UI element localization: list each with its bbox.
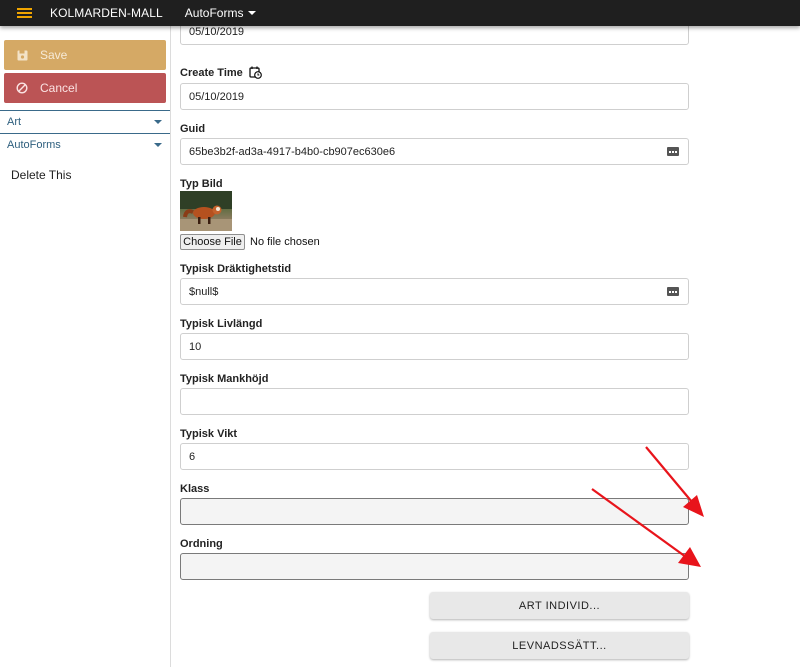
vikt-input[interactable]: 6 [180,443,689,470]
block-icon [16,82,28,94]
draktighetstid-input[interactable]: $null$ [180,278,689,305]
chevron-down-icon [154,143,162,147]
klass-label: Klass [180,483,210,495]
livlangd-input[interactable]: 10 [180,333,689,360]
typ-bild-label: Typ Bild [180,178,223,190]
sidebar-divider [0,133,170,134]
ellipsis-icon[interactable] [667,147,679,156]
field-value: $null$ [189,285,219,298]
guid-label: Guid [180,123,206,135]
guid-input[interactable]: 65be3b2f-ad3a-4917-b4b0-cb907ec630e6 [180,138,689,165]
create-time-label: Create Time [180,66,262,79]
brand-title[interactable]: KOLMARDEN-MALL [50,6,163,20]
chevron-down-icon [248,11,257,15]
field-value: 05/10/2019 [189,90,245,103]
sidebar-section-label: Art [7,116,22,128]
create-time-input[interactable]: 05/10/2019 [180,83,689,110]
vikt-label: Typisk Vikt [180,428,238,440]
animal-thumbnail [180,191,232,231]
hamburger-icon[interactable] [17,8,32,18]
sidebar-section-art[interactable]: Art [0,112,170,132]
ellipsis-icon[interactable] [667,287,679,296]
draktighetstid-label: Typisk Dräktighetstid [180,263,292,275]
save-button[interactable]: Save [4,40,166,70]
sidebar-section-autoforms[interactable]: AutoForms [0,135,170,155]
file-status-text: No file chosen [250,236,320,248]
sidebar-divider [0,110,170,111]
field-value: 05/10/2019 [189,25,245,38]
field-label-text: Create Time [180,66,243,79]
field-value: 65be3b2f-ad3a-4917-b4b0-cb907ec630e6 [189,145,396,158]
ordning-input[interactable] [180,553,689,580]
mankhojd-input[interactable] [180,388,689,415]
form-area: 05/10/2019 Create Time 05/10/2019 Guid 6… [171,18,800,667]
sidebar-section-label: AutoForms [7,139,61,151]
choose-file-button[interactable]: Choose File [180,234,245,250]
sidebar: Save Cancel Art AutoForms Delete This [0,26,171,667]
livlangd-label: Typisk Livlängd [180,318,263,330]
field-value: 6 [189,450,196,463]
art-individ-button[interactable]: ART INDIVID... [430,592,689,619]
chevron-down-icon [154,120,162,124]
autoforms-menu-label: AutoForms [184,6,244,20]
mankhojd-label: Typisk Mankhöjd [180,373,269,385]
floppy-disk-icon [16,49,28,61]
field-value: 10 [189,340,202,353]
levnadssatt-button[interactable]: LEVNADSSÄTT... [430,632,689,659]
top-navbar: KOLMARDEN-MALL AutoForms [0,0,800,26]
autoforms-menu[interactable]: AutoForms [185,6,257,20]
cancel-button[interactable]: Cancel [4,73,166,103]
cancel-label: Cancel [40,81,78,95]
calendar-clock-icon[interactable] [249,66,262,79]
ordning-label: Ordning [180,538,223,550]
klass-input[interactable] [180,498,689,525]
save-label: Save [40,48,68,62]
sidebar-item-delete-this[interactable]: Delete This [11,168,71,182]
